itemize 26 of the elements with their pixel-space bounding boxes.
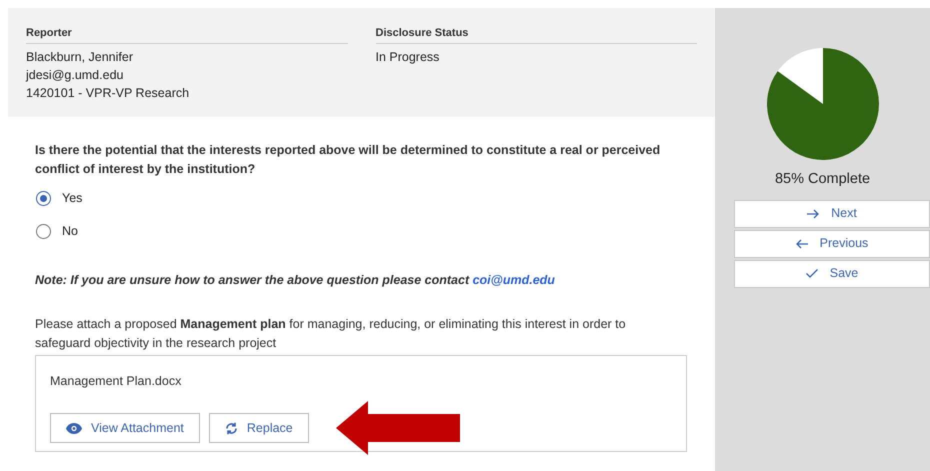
- eye-icon: [66, 422, 82, 434]
- refresh-icon: [224, 422, 238, 434]
- field-value: Blackburn, Jennifer: [26, 48, 134, 66]
- replace-button[interactable]: Replace: [208, 413, 309, 443]
- field-label: Reporter: [26, 25, 348, 44]
- field-value: jdesi@g.umd.edu: [26, 66, 124, 84]
- email-link[interactable]: coi@umd.edu: [472, 272, 555, 286]
- field-value: In Progress: [376, 48, 440, 66]
- arrow-left-icon: [796, 238, 808, 249]
- previous-button[interactable]: Previous: [734, 230, 930, 258]
- radio-button[interactable]: [36, 190, 51, 206]
- question-text: Is there the potential that the interests reported above will be determined to constitute a real or perceived conflict of interest by the institution?: [35, 142, 662, 178]
- note-text: Note: If you are unsure how to answer the above question please contact coi@umd.edu: [35, 272, 556, 289]
- view-attachment-button[interactable]: View Attachment: [50, 413, 200, 443]
- option-label: Yes: [62, 190, 82, 207]
- radio-button[interactable]: [36, 224, 51, 239]
- arrow-right-icon: [807, 208, 820, 219]
- next-button[interactable]: Next: [734, 200, 930, 228]
- attachment-prompt: Please attach a proposed Management plan for managing, reducing, or eliminating this interest in order to safeguard objectivity in the research project: [35, 316, 627, 352]
- save-button[interactable]: Save: [734, 260, 930, 288]
- check-icon: [806, 269, 818, 278]
- progress-label: 85% Complete: [774, 170, 870, 189]
- field-value: 1420101 - VPR-VP Research: [26, 84, 190, 102]
- field-label: Disclosure Status: [376, 25, 697, 44]
- file-name: Management Plan.docx: [50, 373, 182, 390]
- option-label: No: [62, 222, 78, 240]
